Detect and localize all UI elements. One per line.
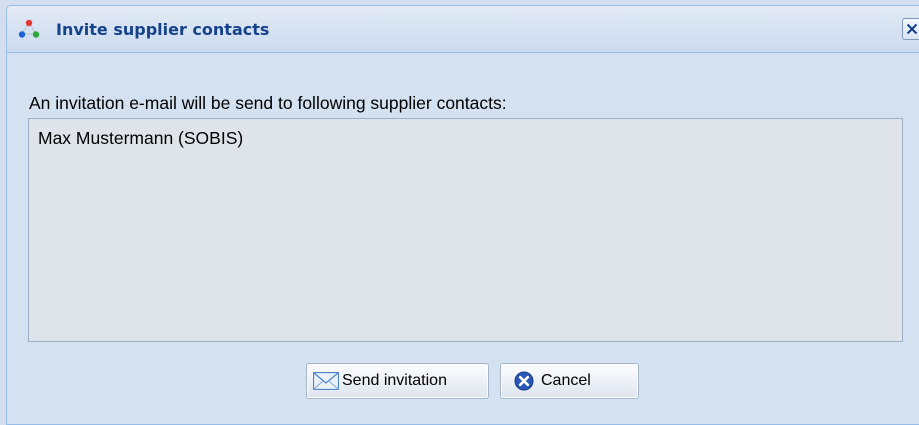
network-triangle-icon: [18, 19, 40, 39]
send-invitation-button[interactable]: Send invitation: [306, 363, 489, 399]
list-item: Max Mustermann (SOBIS): [38, 128, 244, 148]
dialog-body: An invitation e-mail will be send to fol…: [18, 53, 919, 424]
intro-text: An invitation e-mail will be send to fol…: [29, 93, 507, 113]
envelope-icon: [312, 371, 340, 395]
send-invitation-label: Send invitation: [342, 372, 447, 389]
dialog-title: Invite supplier contacts: [56, 20, 270, 39]
dialog-header[interactable]: Invite supplier contacts: [7, 6, 919, 53]
cancel-label: Cancel: [541, 372, 591, 389]
cancel-circle-icon: [514, 371, 534, 396]
cancel-button[interactable]: Cancel: [500, 363, 639, 399]
close-button[interactable]: [902, 18, 919, 40]
invite-dialog: Invite supplier contacts An invitation e…: [6, 5, 919, 425]
contacts-list[interactable]: Max Mustermann (SOBIS): [28, 118, 903, 342]
